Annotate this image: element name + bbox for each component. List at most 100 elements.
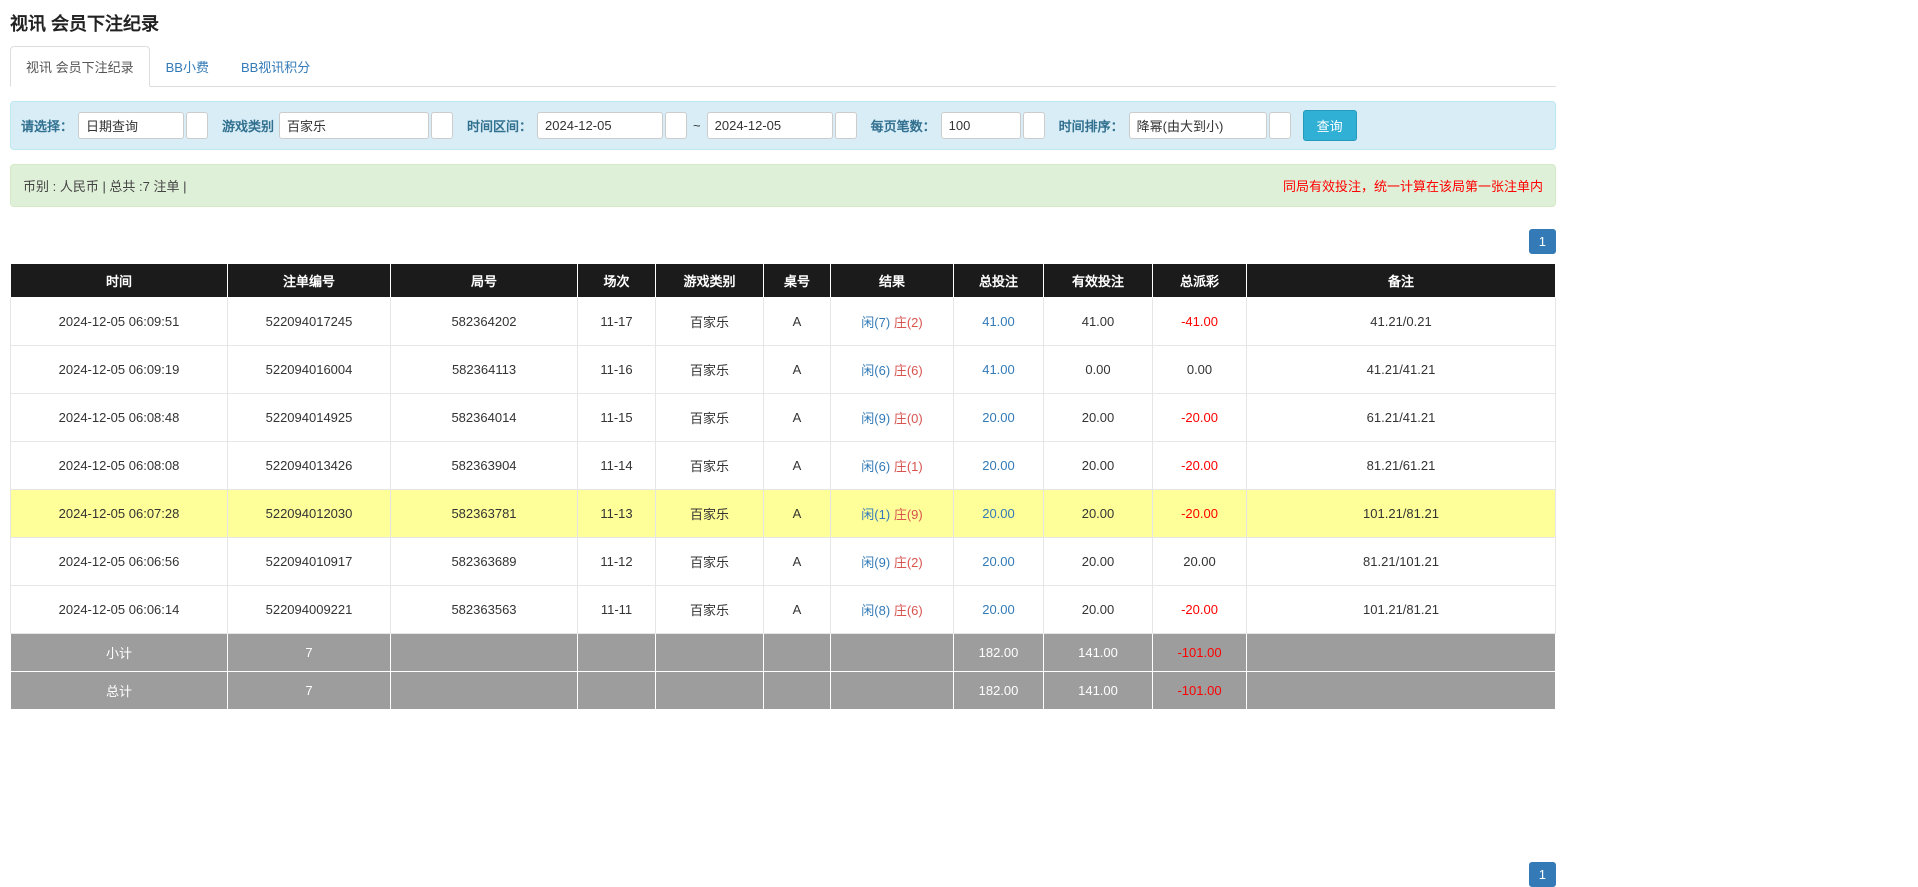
cell-valid-bet: 20.00	[1044, 442, 1153, 490]
select-type-input[interactable]	[78, 112, 184, 139]
column-header: 桌号	[764, 264, 831, 298]
cell-total-payout: -20.00	[1153, 586, 1247, 634]
filter-bar: 请选择： 游戏类别 时间区间： ~ 每页笔数： 时间排序： 查询	[10, 101, 1556, 150]
result-banker-text: 庄(2)	[894, 315, 923, 330]
page-size-input[interactable]	[941, 112, 1021, 139]
total-bet-link[interactable]: 41.00	[982, 362, 1015, 377]
date-from-input[interactable]	[537, 112, 663, 139]
cell-total-bet: 20.00	[954, 490, 1044, 538]
total-bet-link[interactable]: 20.00	[982, 602, 1015, 617]
total-row: 总计 7 182.00 141.00 -101.00	[11, 672, 1556, 710]
sort-order-input[interactable]	[1129, 112, 1267, 139]
cell-note: 81.21/101.21	[1247, 538, 1556, 586]
cell-note: 101.21/81.21	[1247, 586, 1556, 634]
subtotal-payout: -101.00	[1153, 634, 1247, 672]
column-header: 注单编号	[228, 264, 391, 298]
cell-bet-id: 522094013426	[228, 442, 391, 490]
table-row: 2024-12-05 06:06:56 522094010917 5823636…	[11, 538, 1556, 586]
cell-total-payout: 0.00	[1153, 346, 1247, 394]
cell-game-type: 百家乐	[656, 538, 764, 586]
select-type-label: 请选择：	[21, 116, 73, 135]
total-bet-link[interactable]: 20.00	[982, 458, 1015, 473]
game-type-input[interactable]	[279, 112, 429, 139]
total-total-bet: 182.00	[954, 672, 1044, 710]
select-type-dropdown-toggle[interactable]	[186, 112, 208, 139]
date-range-separator: ~	[693, 118, 701, 133]
sort-order-dropdown-toggle[interactable]	[1269, 112, 1291, 139]
sort-order-label: 时间排序：	[1059, 116, 1124, 135]
cell-game-type: 百家乐	[656, 490, 764, 538]
cell-total-payout: -20.00	[1153, 394, 1247, 442]
tab-video-bet-records[interactable]: 视讯 会员下注纪录	[10, 46, 150, 87]
result-banker-text: 庄(2)	[894, 555, 923, 570]
result-banker-text: 庄(6)	[894, 363, 923, 378]
cell-round-id: 582364113	[391, 346, 578, 394]
cell-session: 11-14	[578, 442, 656, 490]
result-banker-text: 庄(1)	[894, 459, 923, 474]
cell-total-payout: -20.00	[1153, 490, 1247, 538]
pagination-bottom: 1	[10, 862, 1556, 887]
cell-result: 闲(7) 庄(2)	[831, 298, 954, 346]
page-title: 视讯 会员下注纪录	[10, 10, 1556, 36]
cell-bet-id: 522094017245	[228, 298, 391, 346]
summary-bar: 币别 : 人民币 | 总共 :7 注单 | 同局有效投注，统一计算在该局第一张注…	[10, 164, 1556, 207]
cell-note: 101.21/81.21	[1247, 490, 1556, 538]
cell-game-type: 百家乐	[656, 346, 764, 394]
cell-session: 11-11	[578, 586, 656, 634]
table-row: 2024-12-05 06:06:14 522094009221 5823635…	[11, 586, 1556, 634]
subtotal-row: 小计 7 182.00 141.00 -101.00	[11, 634, 1556, 672]
cell-time: 2024-12-05 06:06:14	[11, 586, 228, 634]
column-header: 结果	[831, 264, 954, 298]
tab-bb-tip[interactable]: BB小费	[150, 46, 225, 87]
cell-total-bet: 41.00	[954, 298, 1044, 346]
subtotal-total-bet: 182.00	[954, 634, 1044, 672]
page-size-dropdown-toggle[interactable]	[1023, 112, 1045, 139]
result-player-text: 闲(8)	[861, 603, 890, 618]
cell-note: 41.21/41.21	[1247, 346, 1556, 394]
table-row: 2024-12-05 06:09:19 522094016004 5823641…	[11, 346, 1556, 394]
cell-bet-id: 522094016004	[228, 346, 391, 394]
total-count: 7	[228, 672, 391, 710]
date-from-picker-toggle[interactable]	[665, 112, 687, 139]
total-bet-link[interactable]: 41.00	[982, 314, 1015, 329]
result-player-text: 闲(9)	[861, 555, 890, 570]
total-bet-link[interactable]: 20.00	[982, 410, 1015, 425]
column-header: 游戏类别	[656, 264, 764, 298]
cell-session: 11-17	[578, 298, 656, 346]
cell-game-type: 百家乐	[656, 394, 764, 442]
result-banker-text: 庄(9)	[894, 507, 923, 522]
date-to-picker-toggle[interactable]	[835, 112, 857, 139]
tabs-nav: 视讯 会员下注纪录 BB小费 BB视讯积分	[10, 46, 1556, 87]
cell-valid-bet: 20.00	[1044, 586, 1153, 634]
table-body: 2024-12-05 06:09:51 522094017245 5823642…	[11, 298, 1556, 634]
total-bet-link[interactable]: 20.00	[982, 506, 1015, 521]
result-player-text: 闲(7)	[861, 315, 890, 330]
page-size-label: 每页笔数：	[871, 116, 936, 135]
search-button[interactable]: 查询	[1303, 110, 1357, 141]
cell-table-no: A	[764, 346, 831, 394]
page-button-1-bottom[interactable]: 1	[1529, 862, 1556, 887]
column-header: 场次	[578, 264, 656, 298]
game-type-dropdown-toggle[interactable]	[431, 112, 453, 139]
tab-bb-video-points[interactable]: BB视讯积分	[225, 46, 326, 87]
cell-session: 11-13	[578, 490, 656, 538]
subtotal-valid-bet: 141.00	[1044, 634, 1153, 672]
cell-note: 81.21/61.21	[1247, 442, 1556, 490]
date-to-input[interactable]	[707, 112, 833, 139]
result-player-text: 闲(9)	[861, 411, 890, 426]
cell-result: 闲(9) 庄(0)	[831, 394, 954, 442]
cell-total-bet: 41.00	[954, 346, 1044, 394]
cell-session: 11-12	[578, 538, 656, 586]
cell-bet-id: 522094012030	[228, 490, 391, 538]
result-banker-text: 庄(6)	[894, 603, 923, 618]
page-button-1[interactable]: 1	[1529, 229, 1556, 254]
column-header: 时间	[11, 264, 228, 298]
table-header-row: 时间注单编号局号场次游戏类别桌号结果总投注有效投注总派彩备注	[11, 264, 1556, 298]
total-bet-link[interactable]: 20.00	[982, 554, 1015, 569]
table-row: 2024-12-05 06:09:51 522094017245 5823642…	[11, 298, 1556, 346]
cell-session: 11-16	[578, 346, 656, 394]
subtotal-label: 小计	[11, 634, 228, 672]
game-type-label: 游戏类别	[222, 116, 274, 135]
cell-result: 闲(1) 庄(9)	[831, 490, 954, 538]
cell-time: 2024-12-05 06:08:08	[11, 442, 228, 490]
